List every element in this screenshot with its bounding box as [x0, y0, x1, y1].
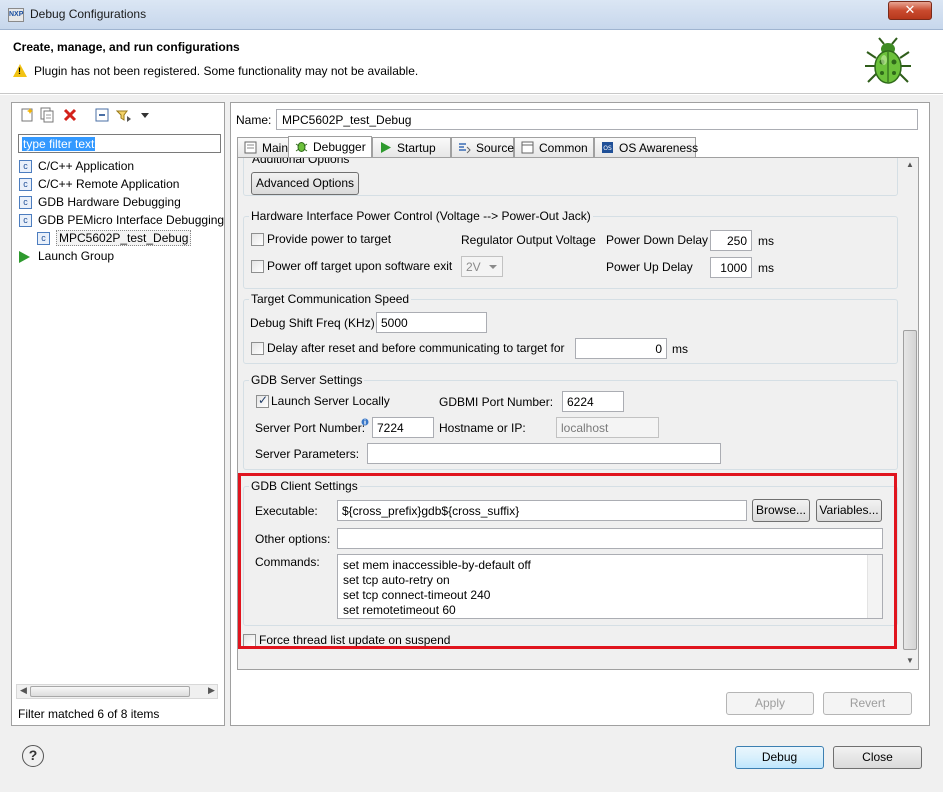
play-icon [19, 250, 30, 263]
scroll-down-icon[interactable]: ▼ [906, 656, 914, 665]
power-down-delay-label: Power Down Delay [606, 233, 709, 247]
delay-after-reset-field[interactable]: 0 [575, 338, 667, 359]
debug-button[interactable]: Debug [735, 746, 824, 769]
tree-scroll-thumb[interactable] [30, 686, 190, 697]
server-params-label: Server Parameters: [255, 447, 360, 461]
window-title: Debug Configurations [30, 7, 147, 21]
power-off-label: Power off target upon software exit [267, 259, 453, 273]
warning-icon-mark: ! [18, 66, 21, 76]
tree-item-gdb-hardware-debugging[interactable]: c GDB Hardware Debugging [19, 195, 181, 213]
power-control-title: Hardware Interface Power Control (Voltag… [249, 209, 593, 223]
comm-speed-title: Target Communication Speed [249, 292, 412, 306]
content-scroll-thumb[interactable] [903, 330, 917, 650]
highlight-annotation [238, 473, 897, 649]
shift-freq-field[interactable]: 5000 [376, 312, 487, 333]
collapse-all-icon[interactable] [94, 107, 110, 123]
scroll-left-icon[interactable]: ◀ [20, 685, 27, 696]
hostname-label: Hostname or IP: [439, 421, 526, 435]
dialog-message: Plugin has not been registered. Some fun… [34, 64, 419, 78]
server-port-label: Server Port Number: [255, 421, 366, 435]
voltage-select[interactable]: 2V [461, 256, 503, 277]
hostname-field[interactable]: localhost [556, 417, 659, 438]
filter-status: Filter matched 6 of 8 items [18, 707, 160, 721]
help-icon[interactable]: ? [22, 745, 44, 767]
c-icon: c [19, 214, 32, 228]
launch-server-locally-checkbox[interactable] [256, 393, 269, 408]
debugger-tab-icon [295, 142, 308, 152]
filter-placeholder: type filter text [22, 137, 96, 151]
config-name-field[interactable]: MPC5602P_test_Debug [276, 109, 918, 130]
dialog-title: Create, manage, and run configurations [13, 40, 240, 54]
delete-icon[interactable] [62, 107, 78, 123]
close-button[interactable]: Close [833, 746, 922, 769]
tree-item-gdb-pemicro-debugging[interactable]: c GDB PEMicro Interface Debugging [19, 213, 224, 231]
power-up-delay-field[interactable]: 1000 [710, 257, 752, 278]
duplicate-icon[interactable] [39, 107, 55, 123]
additional-options-title: Additional Options [250, 158, 352, 166]
tab-os-awareness[interactable]: OS OS Awareness [594, 137, 698, 158]
os-awareness-tab-icon: OS [602, 142, 613, 153]
provide-power-label: Provide power to target [267, 232, 392, 246]
tab-source[interactable]: Source [451, 137, 514, 158]
gdbmi-port-label: GDBMI Port Number: [439, 395, 554, 409]
info-icon [361, 418, 369, 426]
advanced-options-button[interactable]: Advanced Options [251, 172, 359, 195]
gdbmi-port-field[interactable]: 6224 [562, 391, 624, 412]
bug-icon [865, 37, 911, 84]
tab-common[interactable]: Common [514, 137, 594, 158]
app-icon: NXP [8, 8, 24, 22]
window-close-button[interactable]: ✕ [888, 1, 932, 20]
server-port-field[interactable]: 7224 [372, 417, 434, 438]
tab-startup[interactable]: Startup [372, 137, 451, 158]
tree-item-cpp-application[interactable]: c C/C++ Application [19, 159, 134, 177]
name-label: Name: [236, 113, 272, 127]
scroll-right-icon[interactable]: ▶ [208, 685, 215, 696]
tab-main[interactable]: Main [237, 137, 289, 158]
c-icon: c [37, 232, 50, 246]
dropdown-icon[interactable] [137, 107, 153, 123]
power-up-delay-label: Power Up Delay [606, 260, 693, 274]
launch-server-locally-label: Launch Server Locally [271, 394, 390, 408]
scroll-up-icon[interactable]: ▲ [906, 160, 914, 169]
apply-button[interactable]: Apply [726, 692, 814, 715]
filter-icon[interactable] [116, 107, 132, 123]
gdb-server-title: GDB Server Settings [249, 373, 365, 387]
common-tab-icon [521, 141, 534, 154]
delay-after-reset-checkbox[interactable] [251, 342, 264, 355]
svg-text:OS: OS [603, 145, 612, 152]
provide-power-checkbox[interactable] [251, 233, 264, 246]
new-config-icon[interactable] [19, 107, 35, 123]
delay-unit: ms [672, 342, 688, 356]
power-down-unit: ms [758, 234, 774, 248]
power-off-checkbox[interactable] [251, 260, 264, 273]
filter-input[interactable]: type filter text [18, 134, 221, 153]
power-down-delay-field[interactable]: 250 [710, 230, 752, 251]
tree-item-mpc5602p-test-debug[interactable]: c MPC5602P_test_Debug [37, 230, 192, 249]
c-icon: c [19, 160, 32, 174]
tree-item-cpp-remote-application[interactable]: c C/C++ Remote Application [19, 177, 179, 195]
tree-item-launch-group[interactable]: Launch Group [19, 249, 114, 267]
main-tab-icon [244, 141, 257, 154]
c-icon: c [19, 196, 32, 210]
startup-tab-icon [381, 142, 391, 153]
regulator-voltage-label: Regulator Output Voltage [461, 233, 596, 247]
power-up-unit: ms [758, 261, 774, 275]
power-control-group [243, 216, 898, 289]
shift-freq-label: Debug Shift Freq (KHz) [250, 316, 375, 330]
delay-after-reset-label: Delay after reset and before communicati… [267, 341, 565, 355]
tab-debugger[interactable]: Debugger [288, 136, 372, 158]
server-params-field[interactable] [367, 443, 721, 464]
revert-button[interactable]: Revert [823, 692, 912, 715]
chevron-down-icon [489, 265, 497, 269]
c-icon: c [19, 178, 32, 192]
source-tab-icon [459, 143, 471, 154]
